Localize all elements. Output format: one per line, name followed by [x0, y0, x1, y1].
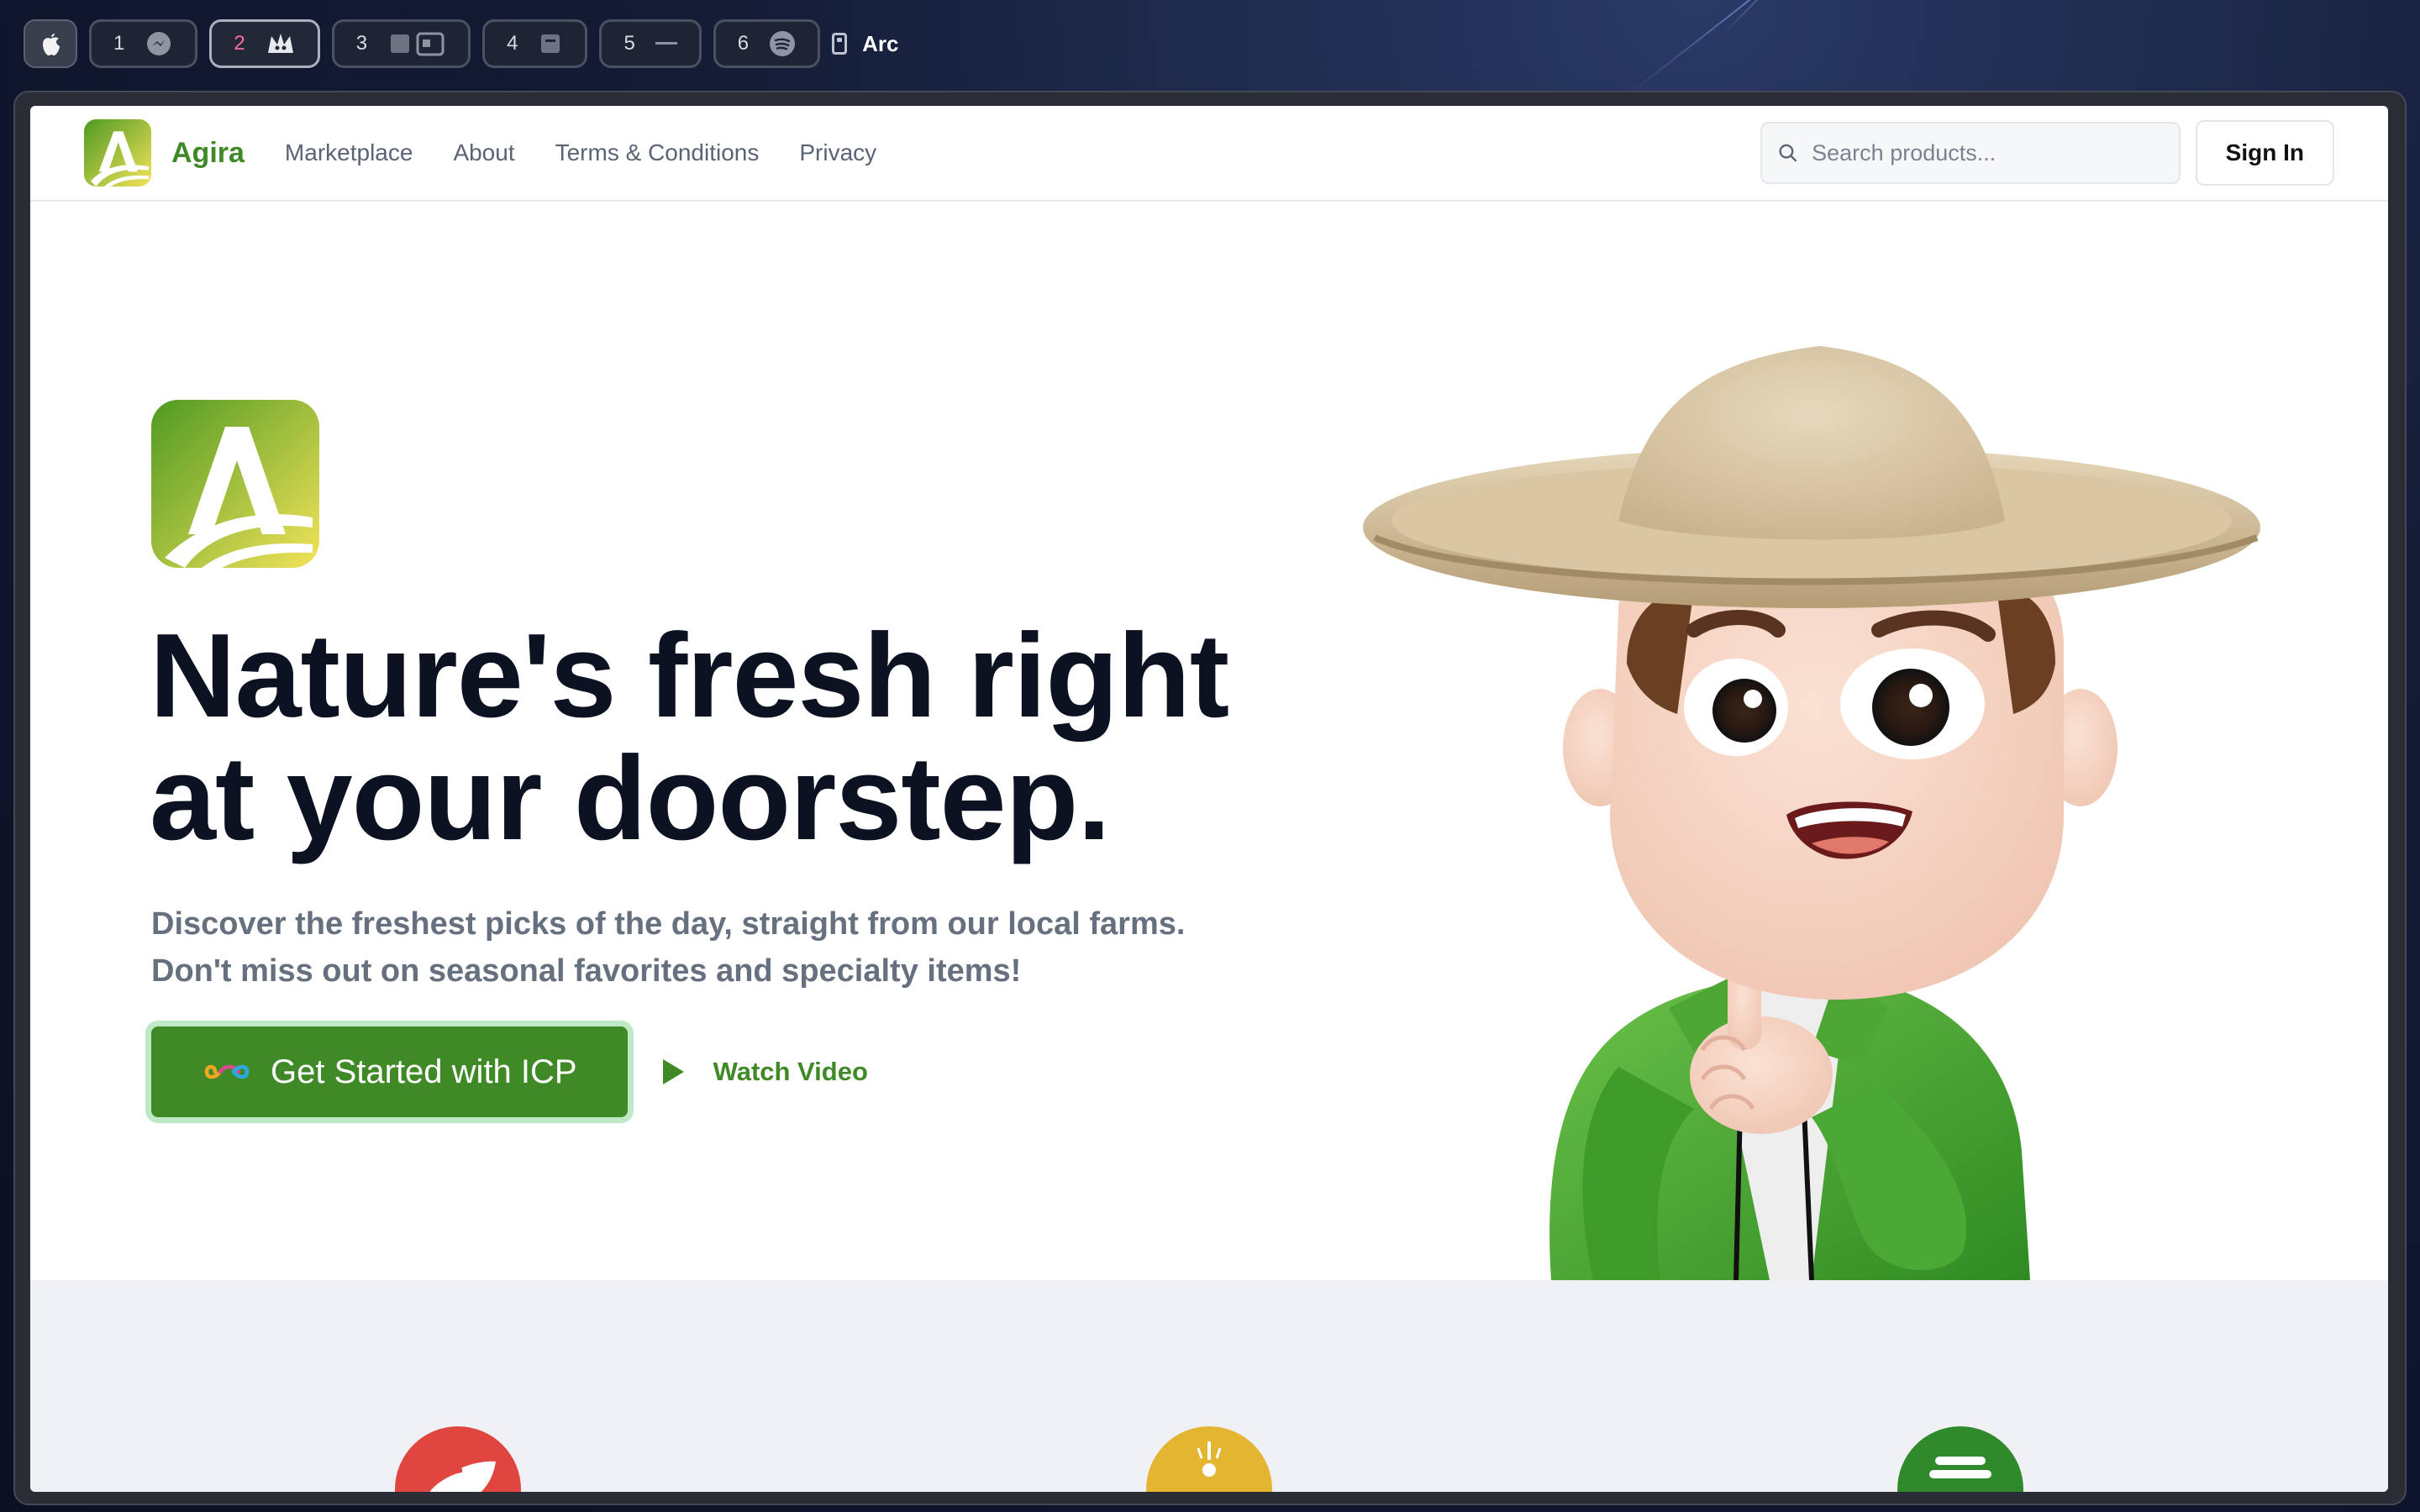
nav-link-about[interactable]: About [453, 139, 514, 166]
workspace-number: 5 [623, 32, 635, 55]
workspace-6[interactable]: 6 [713, 19, 821, 68]
search-icon [1779, 144, 1797, 162]
workspace-number: 1 [113, 32, 125, 55]
workspace-1[interactable]: 1 [89, 19, 198, 68]
infinity-icon [204, 1064, 250, 1079]
app-icon [538, 31, 563, 56]
workspace-4[interactable]: 4 [482, 19, 588, 68]
workspace-3[interactable]: 3 [331, 19, 471, 68]
messenger-icon [145, 29, 173, 58]
nav-links: Marketplace About Terms & Conditions Pri… [285, 139, 876, 166]
apple-menu-button[interactable] [24, 19, 77, 68]
spotify-icon [769, 30, 796, 57]
search-input[interactable] [1812, 139, 2164, 166]
workspace-5[interactable]: 5 [599, 19, 702, 68]
get-started-label: Get Started with ICP [271, 1053, 577, 1090]
hero-headline: Nature's fresh right at your doorstep. [150, 615, 1326, 860]
search-box[interactable] [1760, 122, 2181, 184]
hero-section: Nature's fresh right at your doorstep. D… [30, 202, 2388, 1280]
nav-link-marketplace[interactable]: Marketplace [285, 139, 413, 166]
workspace-number: 2 [234, 32, 245, 55]
nav-link-privacy[interactable]: Privacy [799, 139, 876, 166]
nav-link-terms[interactable]: Terms & Conditions [555, 139, 760, 166]
crown-icon [266, 31, 296, 56]
subtitle-line-2: Don't miss out on seasonal favorites and… [151, 953, 1022, 989]
workspace-2[interactable]: 2 [209, 19, 320, 68]
workspace-number: 3 [355, 32, 368, 55]
browser-window: Agira Marketplace About Terms & Conditio… [13, 91, 2407, 1505]
web-page: Agira Marketplace About Terms & Conditio… [30, 106, 2388, 1492]
background-streak [1629, 0, 1776, 94]
active-app-label: Arc [862, 30, 899, 56]
menubar: 1 2 3 4 5 6 Arc [24, 18, 899, 69]
workspace-number: 4 [507, 32, 518, 55]
site-header: Agira Marketplace About Terms & Conditio… [30, 106, 2388, 202]
headline-line-2: at your doorstep. [150, 732, 1111, 865]
watch-video-label: Watch Video [713, 1057, 868, 1086]
feature-leaf-icon [395, 1426, 521, 1492]
play-icon [662, 1059, 684, 1084]
feature-stack-icon [1897, 1426, 2023, 1492]
headline-line-1: Nature's fresh right [150, 609, 1229, 743]
subtitle-line-1: Discover the freshest picks of the day, … [151, 906, 1186, 942]
get-started-button[interactable]: Get Started with ICP [151, 1026, 628, 1117]
dash-icon [655, 41, 677, 46]
hero-actions: Get Started with ICP Watch Video [151, 1026, 868, 1117]
hero-subtitle: Discover the freshest picks of the day, … [151, 900, 1244, 995]
watch-video-link[interactable]: Watch Video [660, 1057, 868, 1087]
workspace-number: 6 [737, 32, 750, 55]
agira-logo-icon[interactable] [84, 119, 151, 186]
apple-icon [43, 34, 60, 55]
brand-name[interactable]: Agira [171, 137, 245, 170]
sign-in-button[interactable]: Sign In [2195, 120, 2334, 186]
features-strip [30, 1280, 2388, 1492]
apps-icon [387, 31, 446, 56]
agira-logo-large-icon [151, 400, 319, 568]
feature-sun-icon [1146, 1426, 1272, 1492]
farmer-mascot-illustration [1363, 346, 2260, 1280]
window-icon [832, 33, 848, 55]
background-streak [1722, 0, 1795, 35]
